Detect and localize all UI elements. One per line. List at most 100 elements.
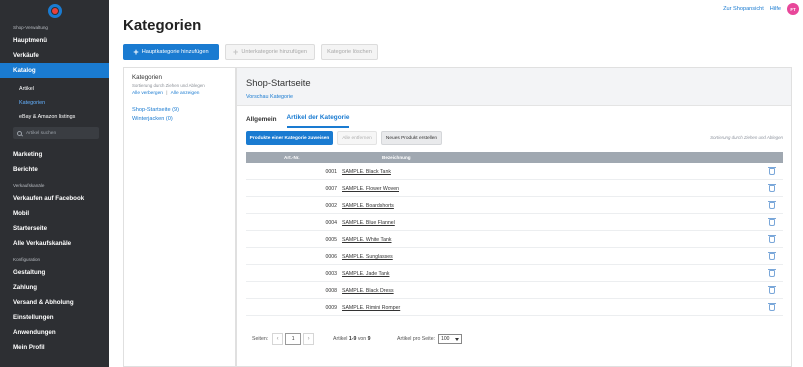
show-all-link[interactable]: Alle anzeigen	[171, 91, 200, 96]
sidebar-subitem-artikel[interactable]: Artikel	[0, 82, 109, 96]
per-page-label: Artikel pro Seite:	[397, 336, 436, 342]
art-nr-cell: 0003	[325, 271, 337, 277]
table-row[interactable]: 0002 SAMPLE. Boardshorts	[246, 197, 783, 214]
per-page-value: 100	[441, 336, 450, 342]
art-nr-cell: 0008	[325, 288, 337, 294]
categories-heading: Kategorien	[132, 74, 162, 81]
art-nr-cell: 0002	[325, 203, 337, 209]
new-product-button[interactable]: Neues Produkt erstellen	[381, 131, 442, 145]
add-sub-category-button[interactable]: + Unterkategorie hinzufügen	[225, 44, 315, 60]
sidebar-subitem-kategorien[interactable]: Kategorien	[0, 96, 109, 110]
help-link[interactable]: Hilfe	[770, 6, 781, 12]
product-name-link[interactable]: SAMPLE. Jade Tank	[342, 271, 389, 277]
sidebar-item-berichte[interactable]: Berichte	[0, 162, 109, 177]
category-item[interactable]: Winterjacken (0)	[132, 115, 227, 124]
section-label-channels: Verkaufskanäle	[13, 183, 45, 188]
product-name-link[interactable]: SAMPLE. Black Tank	[342, 169, 391, 175]
shop-view-link[interactable]: Zur Shopansicht	[723, 6, 764, 12]
sidebar-item-einstellungen[interactable]: Einstellungen	[0, 310, 109, 325]
category-title: Shop-Startseite	[246, 77, 311, 88]
sidebar-item-gestaltung[interactable]: Gestaltung	[0, 265, 109, 280]
art-nr-cell: 0006	[325, 254, 337, 260]
table-row[interactable]: 0001 SAMPLE. Black Tank	[246, 163, 783, 180]
page-input[interactable]: 1	[285, 333, 302, 345]
of-label: von	[357, 336, 367, 342]
delete-icon[interactable]	[768, 235, 776, 243]
sidebar-item-zahlung[interactable]: Zahlung	[0, 280, 109, 295]
categories-toggle-links: Alle verbergen | Alle anzeigen	[132, 91, 227, 96]
sidebar-item-katalog[interactable]: Katalog	[0, 63, 109, 78]
table-row[interactable]: 0009 SAMPLE. Rimini Romper	[246, 299, 783, 316]
tab-artikel-der-kategorie[interactable]: Artikel der Kategorie	[286, 114, 350, 128]
category-tree: Shop-Startseite (9) Winterjacken (0)	[132, 106, 227, 124]
product-name-link[interactable]: SAMPLE. Boardshorts	[342, 203, 394, 209]
delete-icon[interactable]	[768, 269, 776, 277]
add-main-category-label: Hauptkategorie hinzufügen	[141, 49, 209, 55]
logo[interactable]	[0, 0, 109, 22]
add-main-category-button[interactable]: + Hauptkategorie hinzufügen	[123, 44, 219, 60]
tab-allgemein[interactable]: Allgemein	[246, 116, 277, 128]
assign-products-button[interactable]: Produkte einer Kategorie zuweisen	[246, 131, 333, 145]
art-nr-cell: 0007	[325, 186, 337, 192]
delete-icon[interactable]	[768, 303, 776, 311]
product-name-link[interactable]: SAMPLE. Black Dress	[342, 288, 394, 294]
column-header-art-nr[interactable]: Art.-Nr.	[284, 155, 300, 160]
product-name-link[interactable]: SAMPLE. Blue Flannel	[342, 220, 395, 226]
column-header-name[interactable]: Bezeichnung	[382, 155, 411, 160]
delete-icon[interactable]	[768, 201, 776, 209]
sidebar-item-marketing[interactable]: Marketing	[0, 147, 109, 162]
product-name-link[interactable]: SAMPLE. Flower Woven	[342, 186, 399, 192]
sort-hint: Sortierung durch Ziehen und Ablegen	[710, 135, 783, 140]
sidebar: Shop-Verwaltung Hauptmenü Verkäufe Katal…	[0, 0, 109, 367]
table-row[interactable]: 0006 SAMPLE. Sunglasses	[246, 248, 783, 265]
section-label-config: Konfiguration	[13, 257, 41, 262]
sidebar-item-verkaeufe[interactable]: Verkäufe	[0, 48, 109, 63]
product-table: 0001 SAMPLE. Black Tank 0007 SAMPLE. Flower…	[246, 163, 783, 316]
sidebar-item-facebook[interactable]: Verkaufen auf Facebook	[0, 191, 109, 206]
table-row[interactable]: 0003 SAMPLE. Jade Tank	[246, 265, 783, 282]
delete-category-button[interactable]: Kategorie löschen	[321, 44, 378, 60]
product-name-link[interactable]: SAMPLE. Sunglasses	[342, 254, 393, 260]
section-label-shop: Shop-Verwaltung	[13, 25, 48, 30]
product-name-link[interactable]: SAMPLE. White Tank	[342, 237, 392, 243]
sidebar-item-mobil[interactable]: Mobil	[0, 206, 109, 221]
remove-all-button[interactable]: Alle entfernen	[337, 131, 377, 145]
tabs: Allgemein Artikel der Kategorie	[237, 106, 791, 128]
preview-category-link[interactable]: Vorschau Kategorie	[246, 94, 782, 100]
next-page-button[interactable]: ›	[303, 333, 315, 345]
logo-icon	[47, 4, 62, 18]
hide-all-link[interactable]: Alle verbergen	[132, 91, 163, 96]
table-row[interactable]: 0004 SAMPLE. Blue Flannel	[246, 214, 783, 231]
sidebar-search-input[interactable]: Artikel suchen	[13, 127, 99, 139]
sidebar-item-anwendungen[interactable]: Anwendungen	[0, 325, 109, 340]
art-nr-cell: 0005	[325, 237, 337, 243]
prev-page-button[interactable]: ‹	[272, 333, 284, 345]
category-item[interactable]: Shop-Startseite (9)	[132, 106, 227, 115]
sidebar-item-versand[interactable]: Versand & Abholung	[0, 295, 109, 310]
search-icon	[17, 130, 22, 136]
search-placeholder: Artikel suchen	[26, 130, 57, 136]
sidebar-item-alle-kanaele[interactable]: Alle Verkaufskanäle	[0, 236, 109, 251]
delete-icon[interactable]	[768, 252, 776, 260]
table-row[interactable]: 0007 SAMPLE. Flower Woven	[246, 180, 783, 197]
delete-icon[interactable]	[768, 286, 776, 294]
table-row[interactable]: 0005 SAMPLE. White Tank	[246, 231, 783, 248]
page-title: Kategorien	[123, 17, 202, 34]
sidebar-item-starterseite[interactable]: Starterseite	[0, 221, 109, 236]
pages-label: Seiten:	[252, 336, 269, 342]
avatar[interactable]: FT	[787, 3, 799, 15]
delete-icon[interactable]	[768, 184, 776, 192]
product-name-link[interactable]: SAMPLE. Rimini Romper	[342, 305, 400, 311]
sidebar-item-mein-profil[interactable]: Mein Profil	[0, 340, 109, 355]
sidebar-subitem-ebay[interactable]: eBay & Amazon listings	[0, 110, 109, 124]
delete-icon[interactable]	[768, 218, 776, 226]
link-separator: |	[166, 91, 168, 96]
table-row[interactable]: 0008 SAMPLE. Black Dress	[246, 282, 783, 299]
category-detail-header: Shop-Startseite Vorschau Kategorie	[237, 68, 791, 106]
article-count: Artikel 1-9 von 9	[333, 336, 371, 342]
per-page-select[interactable]: 100	[438, 334, 463, 344]
delete-icon[interactable]	[768, 167, 776, 175]
categories-panel: Kategorien Sortierung durch Ziehen und A…	[123, 67, 236, 367]
sidebar-item-hauptmenue[interactable]: Hauptmenü	[0, 33, 109, 48]
art-nr-cell: 0001	[325, 169, 337, 175]
